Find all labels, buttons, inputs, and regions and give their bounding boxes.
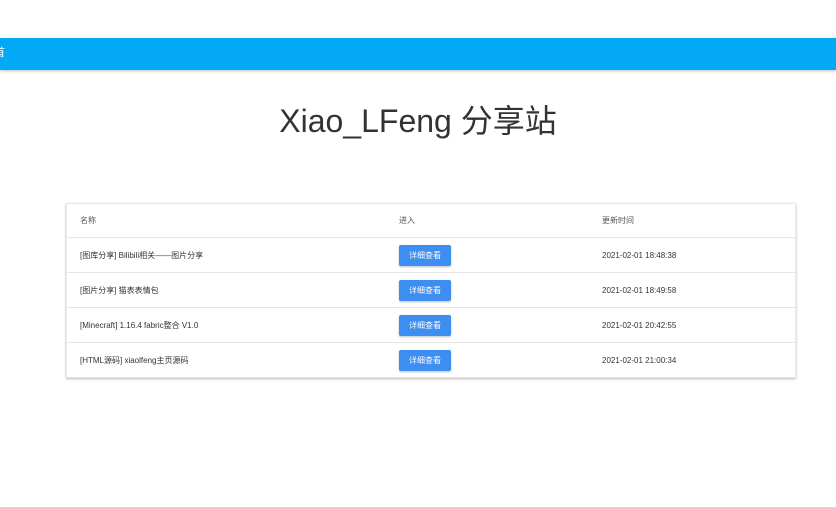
detail-view-button[interactable]: 详细查看 xyxy=(399,244,451,266)
row-name: [图库分享] Bilibili相关——图片分享 xyxy=(67,237,386,273)
detail-view-button[interactable]: 详细查看 xyxy=(399,349,451,371)
page: 首 Xiao_LFeng 分享站 名称 进入 更新时间 [图库分享] Bilib… xyxy=(0,0,836,507)
column-header-name: 名称 xyxy=(67,204,386,238)
row-updated-time: 2021-02-01 21:00:34 xyxy=(602,355,677,365)
detail-view-button[interactable]: 详细查看 xyxy=(399,279,451,301)
table-row: [HTML源码] xiaolfeng主页源码 详细查看 2021-02-01 2… xyxy=(67,343,795,378)
row-name: [图片分享] 猫表表情包 xyxy=(67,272,386,308)
row-enter-cell: 详细查看 xyxy=(386,343,589,378)
row-updated-time: 2021-02-01 18:48:38 xyxy=(589,237,795,273)
row-name: [Minecraft] 1.16.4 fabric整合 V1.0 xyxy=(67,307,386,343)
column-header-updated: 更新时间 xyxy=(589,204,795,238)
detail-view-button[interactable]: 详细查看 xyxy=(399,314,451,336)
row-enter-cell: 详细查看 xyxy=(386,272,589,308)
share-table-card: 名称 进入 更新时间 [图库分享] Bilibili相关——图片分享 详细查看 … xyxy=(66,203,796,378)
row-enter-cell: 详细查看 xyxy=(386,307,589,343)
page-title: Xiao_LFeng 分享站 xyxy=(279,103,557,139)
row-updated-time: 2021-02-01 18:49:58 xyxy=(589,272,795,308)
app-bar-title[interactable]: 首 xyxy=(0,46,5,60)
column-header-enter: 进入 xyxy=(386,204,589,238)
top-app-bar: 首 xyxy=(0,38,836,70)
table-row: [图片分享] 猫表表情包 详细查看 2021-02-01 18:49:58 xyxy=(67,272,795,308)
table-row: [Minecraft] 1.16.4 fabric整合 V1.0 详细查看 20… xyxy=(67,307,795,343)
row-enter-cell: 详细查看 xyxy=(386,237,589,273)
table-row: [图库分享] Bilibili相关——图片分享 详细查看 2021-02-01 … xyxy=(67,237,795,273)
table-header-row: 名称 进入 更新时间 xyxy=(67,204,795,238)
row-updated-time: 2021-02-01 20:42:55 xyxy=(589,307,795,343)
share-table: 名称 进入 更新时间 [图库分享] Bilibili相关——图片分享 详细查看 … xyxy=(67,204,795,377)
row-name: [HTML源码] xiaolfeng主页源码 xyxy=(80,355,189,365)
